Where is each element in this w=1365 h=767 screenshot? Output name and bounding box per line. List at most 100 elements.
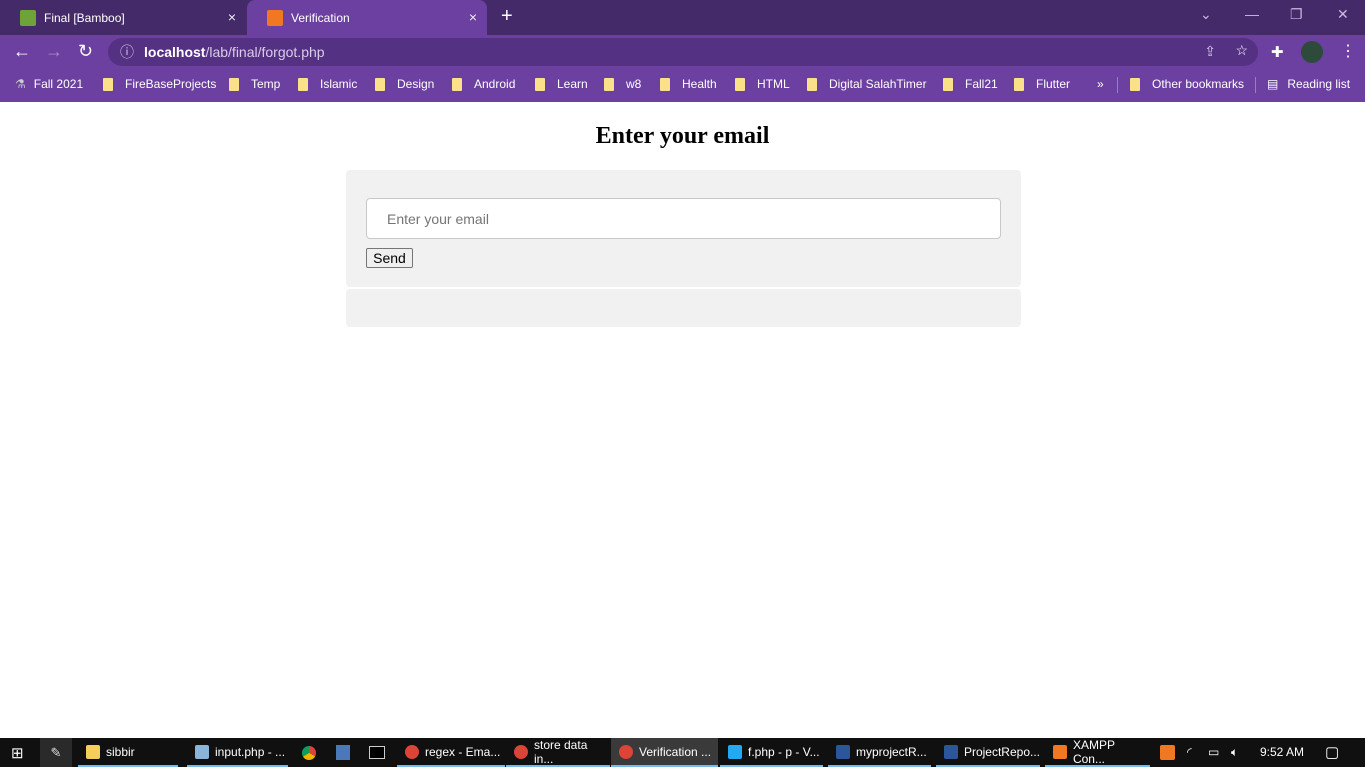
tab-search-icon[interactable]: ⌄: [1200, 6, 1212, 23]
vscode-icon: [728, 744, 742, 759]
back-icon[interactable]: ←: [13, 41, 31, 62]
url-host: localhost: [144, 44, 206, 60]
extensions-icon[interactable]: ✚: [1271, 43, 1284, 61]
tab-final-bamboo[interactable]: Final [Bamboo] ×: [0, 0, 246, 35]
bookmark-label: Health: [682, 77, 717, 91]
folder-icon: [103, 77, 113, 91]
pen-workspace-icon[interactable]: ✎: [40, 738, 72, 767]
bookmark-fall-2021[interactable]: ⚗ Fall 2021: [15, 77, 83, 91]
bookmark-label: Design: [397, 77, 435, 91]
taskbar-item[interactable]: regex - Ema...: [397, 738, 505, 767]
bookmark-label: Learn: [557, 77, 588, 91]
folder-icon: [86, 744, 100, 759]
bookmark-folder[interactable]: Design: [375, 77, 434, 91]
bookmark-folder[interactable]: Digital SalahTimer: [807, 77, 927, 91]
microscope-icon: ⚗: [15, 77, 26, 91]
bookmark-folder[interactable]: Android: [452, 77, 515, 91]
bookmark-folder[interactable]: Flutter: [1014, 77, 1070, 91]
message-panel: [346, 289, 1021, 327]
bookmark-label: Other bookmarks: [1152, 77, 1245, 91]
bookmark-folder[interactable]: FireBaseProjects: [103, 77, 216, 91]
menu-icon[interactable]: ⋮: [1340, 41, 1356, 61]
profile-avatar[interactable]: [1301, 41, 1323, 63]
windows-taskbar: ⊞ ✎ sibbir input.php - ... regex - Ema..…: [0, 738, 1365, 767]
taskbar-label: sibbir: [106, 744, 135, 759]
reload-icon[interactable]: ↻: [78, 41, 93, 62]
taskbar-item[interactable]: XAMPP Con...: [1045, 738, 1150, 767]
minimize-icon[interactable]: —: [1245, 6, 1259, 22]
taskbar-item[interactable]: input.php - ...: [187, 738, 288, 767]
folder-icon: [660, 77, 670, 91]
email-input[interactable]: [366, 198, 1001, 239]
taskbar-label: XAMPP Con...: [1072, 737, 1115, 766]
page-title: Enter your email: [595, 123, 770, 149]
bookmark-label: Reading list: [1287, 77, 1351, 91]
other-bookmarks[interactable]: Other bookmarks: [1130, 77, 1244, 91]
forward-icon[interactable]: →: [45, 41, 63, 62]
bookmarks-bar: ⚗ Fall 2021 FireBaseProjects Temp Islamic…: [0, 68, 1365, 102]
taskbar-label: ProjectRepo...: [963, 744, 1040, 759]
notification-icon[interactable]: ▢: [1325, 743, 1339, 761]
folder-icon: [229, 77, 239, 91]
bookmark-label: Android: [474, 77, 516, 91]
app-icon[interactable]: [336, 745, 350, 760]
browser-toolbar: ← → ↻ ⓘ localhost/lab/final/forgot.php ⇪…: [0, 35, 1365, 68]
folder-icon: [943, 77, 953, 91]
bookmark-folder[interactable]: Islamic: [298, 77, 357, 91]
bookmark-star-icon[interactable]: ☆: [1235, 42, 1248, 59]
taskbar-item[interactable]: f.php - p - V...: [720, 738, 823, 767]
new-tab-button[interactable]: +: [501, 5, 513, 28]
bookmark-label: Fall 2021: [33, 77, 84, 91]
chrome-icon[interactable]: [302, 746, 316, 760]
taskbar-item[interactable]: ProjectRepo...: [936, 738, 1040, 767]
bookmark-label: FireBaseProjects: [125, 77, 217, 91]
taskbar-label: input.php - ...: [215, 744, 286, 759]
bookmark-label: Flutter: [1036, 77, 1071, 91]
folder-icon: [1130, 77, 1140, 91]
tab-verification[interactable]: Verification ×: [247, 0, 487, 35]
more-bookmarks-button[interactable]: »: [1097, 77, 1104, 91]
restore-icon[interactable]: ❐: [1290, 6, 1303, 23]
taskbar-item[interactable]: myprojectR...: [828, 738, 931, 767]
tab-title: Verification: [291, 10, 350, 25]
windows-start-icon[interactable]: ⊞: [11, 744, 24, 762]
folder-icon: [452, 77, 462, 91]
bookmark-label: Temp: [251, 77, 281, 91]
volume-icon[interactable]: 🔈︎: [1231, 745, 1238, 760]
bookmark-folder[interactable]: HTML: [735, 77, 790, 91]
address-bar[interactable]: ⓘ localhost/lab/final/forgot.php ⇪ ☆: [108, 38, 1258, 66]
chrome-icon: [514, 744, 528, 759]
bookmark-folder[interactable]: Temp: [229, 77, 280, 91]
close-window-icon[interactable]: ✕: [1337, 6, 1349, 23]
xampp-tray-icon[interactable]: [1160, 745, 1175, 760]
taskbar-label: Verification ...: [639, 744, 712, 759]
clock[interactable]: 9:52 AM: [1260, 745, 1304, 759]
url-path: /lab/final/forgot.php: [205, 44, 325, 60]
divider: [1117, 77, 1118, 93]
taskbar-label: store data in...: [534, 737, 588, 766]
share-icon[interactable]: ⇪: [1204, 43, 1216, 60]
xampp-favicon-icon: [267, 9, 283, 26]
bookmark-folder[interactable]: Learn: [535, 77, 588, 91]
cmd-icon[interactable]: [369, 746, 385, 759]
bookmark-folder[interactable]: w8: [604, 77, 641, 91]
taskbar-item[interactable]: sibbir: [78, 738, 178, 767]
taskbar-item[interactable]: store data in...: [506, 738, 610, 767]
wifi-icon[interactable]: ◜: [1187, 745, 1192, 759]
divider: [1255, 77, 1256, 93]
folder-icon: [535, 77, 545, 91]
bookmark-label: Fall21: [965, 77, 998, 91]
folder-icon: [1014, 77, 1024, 91]
battery-icon[interactable]: ▭: [1208, 745, 1219, 759]
taskbar-item-active[interactable]: Verification ...: [611, 738, 718, 767]
bookmark-folder[interactable]: Health: [660, 77, 717, 91]
close-tab-icon[interactable]: ×: [228, 9, 236, 25]
close-tab-icon[interactable]: ×: [469, 9, 477, 25]
reading-list[interactable]: ▤ Reading list: [1267, 77, 1350, 91]
reading-list-icon: ▤: [1267, 77, 1279, 91]
info-icon: ⓘ: [120, 44, 134, 60]
bookmark-folder[interactable]: Fall21: [943, 77, 998, 91]
bookmark-label: Digital SalahTimer: [829, 77, 927, 91]
send-button[interactable]: Send: [366, 248, 413, 268]
folder-icon: [298, 77, 308, 91]
